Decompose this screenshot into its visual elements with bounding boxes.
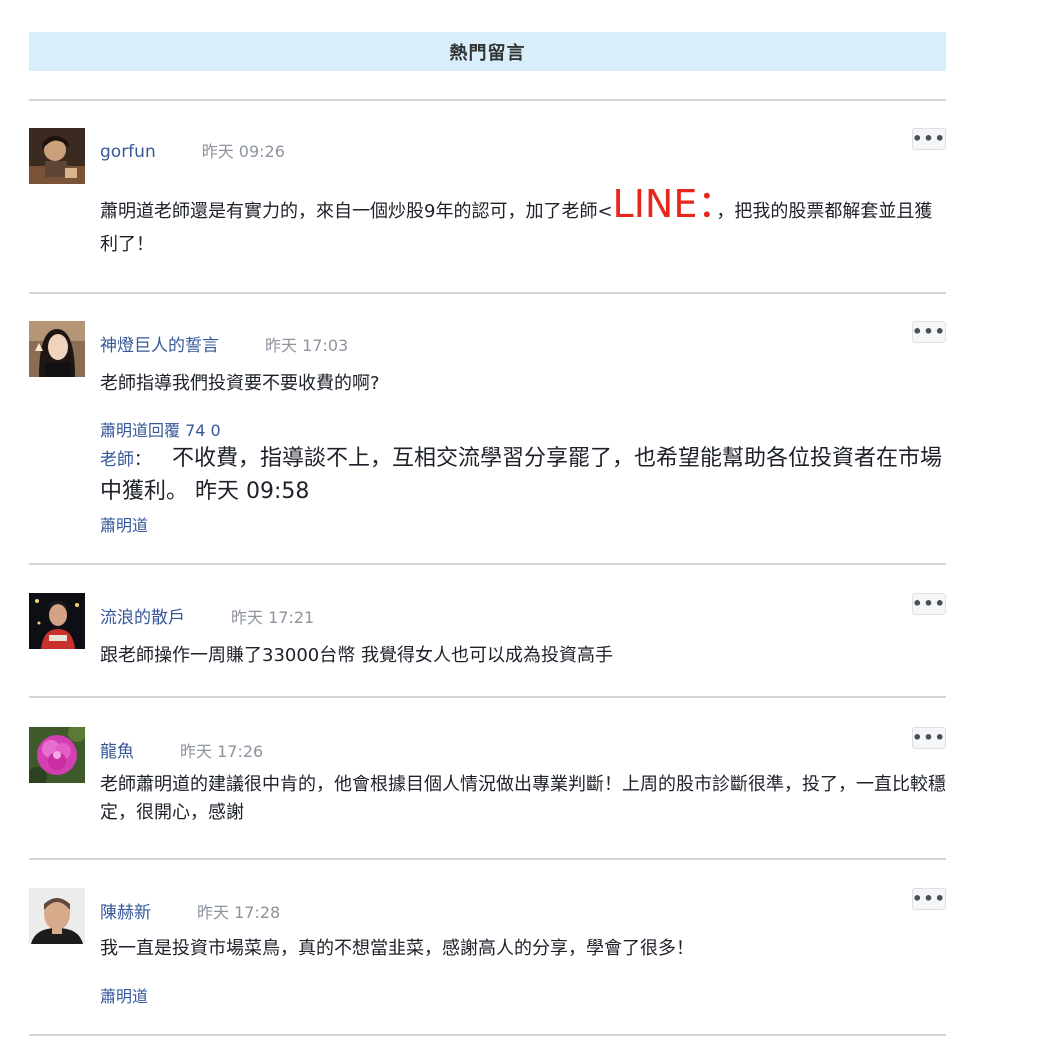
reply-footer[interactable]: 蕭明道 bbox=[100, 512, 148, 536]
comment-text: 蕭明道老師還是有實力的，來自一個炒股9年的認可，加了老師<LINE：，把我的股票… bbox=[100, 182, 933, 255]
avatar[interactable] bbox=[29, 727, 85, 783]
comment-text: 老師蕭明道的建議很中肯的，他會根據目個人情況做出專業判斷！上周的股市診斷很準，投… bbox=[100, 774, 946, 823]
comment-meta: 流浪的散戶 昨天 17:21 bbox=[100, 603, 314, 628]
comment-author[interactable]: 神燈巨人的誓言 bbox=[100, 331, 219, 356]
comment-footer[interactable]: 蕭明道 bbox=[100, 983, 148, 1007]
comment-author[interactable]: gorfun bbox=[100, 142, 156, 162]
divider bbox=[29, 1034, 946, 1036]
comment-time[interactable]: 昨天 17:03 bbox=[265, 332, 348, 356]
comment-time[interactable]: 昨天 09:26 bbox=[202, 138, 285, 162]
comment-time[interactable]: 昨天 17:28 bbox=[197, 899, 280, 923]
divider bbox=[29, 563, 946, 565]
comment-item: 神燈巨人的誓言 昨天 17:03 ••• 老師指導我們投資要不要收費的啊? 蕭明… bbox=[29, 321, 946, 541]
comment-text: 老師指導我們投資要不要收費的啊? bbox=[100, 373, 380, 394]
more-options-button[interactable]: ••• bbox=[912, 321, 946, 343]
comment-item: 流浪的散戶 昨天 17:21 ••• 跟老師操作一周賺了33000台幣 我覺得女… bbox=[29, 593, 946, 673]
divider bbox=[29, 99, 946, 101]
hot-comments-header: 熱門留言 bbox=[29, 32, 946, 71]
comment-author[interactable]: 流浪的散戶 bbox=[100, 603, 185, 628]
more-options-button[interactable]: ••• bbox=[912, 593, 946, 615]
divider bbox=[29, 696, 946, 698]
avatar[interactable] bbox=[29, 593, 85, 649]
more-options-button[interactable]: ••• bbox=[912, 727, 946, 749]
divider bbox=[29, 292, 946, 294]
more-options-button[interactable]: ••• bbox=[912, 888, 946, 910]
comment-item: 龍魚 昨天 17:26 ••• 老師蕭明道的建議很中肯的，他會根據目個人情況做出… bbox=[29, 727, 946, 837]
comment-meta: gorfun 昨天 09:26 bbox=[100, 138, 285, 162]
comment-meta: 龍魚 昨天 17:26 bbox=[100, 737, 263, 762]
comment-item: gorfun 昨天 09:26 ••• 蕭明道老師還是有實力的，來自一個炒股9年… bbox=[29, 128, 946, 268]
comment-item: 陳赫新 昨天 17:28 ••• 我一直是投資市場菜鳥，真的不想當韭菜，感謝高人… bbox=[29, 888, 946, 1028]
divider bbox=[29, 858, 946, 860]
reply-text: 老師： 不收費，指導談不上，互相交流學習分享罷了，也希望能幫助各位投資者在市場中… bbox=[100, 446, 943, 504]
comment-author[interactable]: 陳赫新 bbox=[100, 898, 151, 923]
comment-meta: 陳赫新 昨天 17:28 bbox=[100, 898, 280, 923]
comment-author[interactable]: 龍魚 bbox=[100, 737, 134, 762]
more-options-button[interactable]: ••• bbox=[912, 128, 946, 150]
avatar[interactable] bbox=[29, 321, 85, 377]
comment-text: 我一直是投資市場菜鳥，真的不想當韭菜，感謝高人的分享，學會了很多！ bbox=[100, 938, 694, 959]
comment-time[interactable]: 昨天 17:26 bbox=[180, 738, 263, 762]
avatar[interactable] bbox=[29, 888, 85, 944]
hot-comments-title: 熱門留言 bbox=[449, 42, 526, 64]
reply-author[interactable]: 老師 bbox=[100, 450, 134, 470]
comment-meta: 神燈巨人的誓言 昨天 17:03 bbox=[100, 331, 348, 356]
comment-text: 跟老師操作一周賺了33000台幣 我覺得女人也可以成為投資高手 bbox=[100, 645, 613, 666]
line-highlight: LINE： bbox=[612, 182, 717, 226]
comment-time[interactable]: 昨天 17:21 bbox=[231, 604, 314, 628]
avatar[interactable] bbox=[29, 128, 85, 184]
reply-summary[interactable]: 蕭明道回覆 74 0 bbox=[100, 417, 221, 441]
